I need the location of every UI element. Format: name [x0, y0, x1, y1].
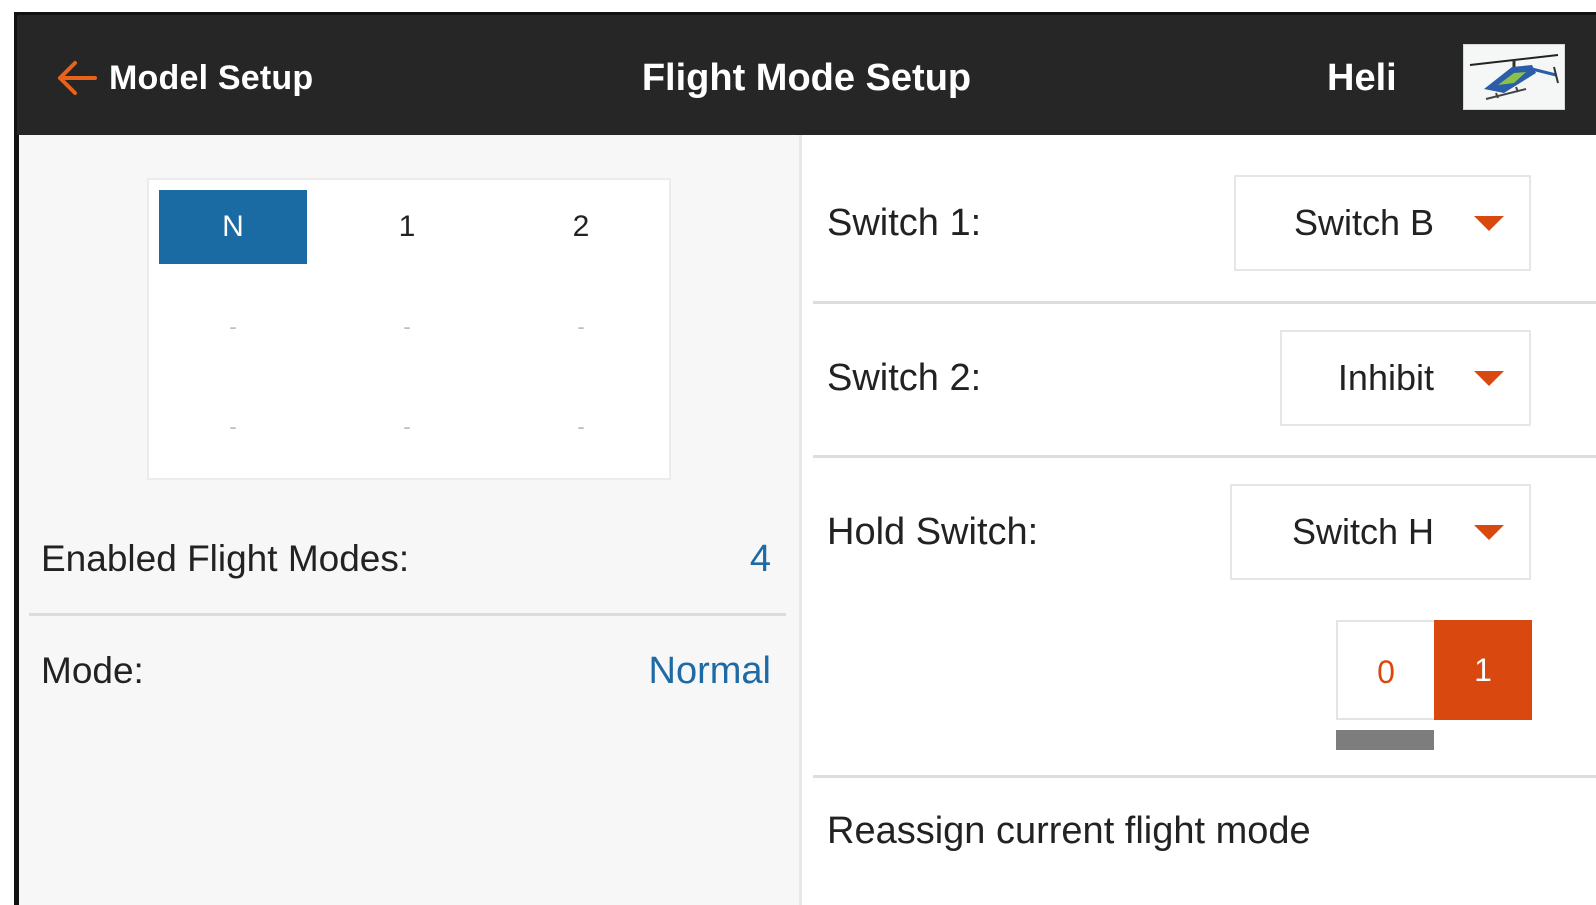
- grid-row: - - -: [159, 290, 659, 364]
- back-arrow-icon: [58, 61, 97, 95]
- hold-switch-value: Switch H: [1291, 511, 1434, 552]
- hold-position-0-button[interactable]: 0: [1336, 620, 1434, 720]
- dropdown-caret-icon: [1474, 524, 1504, 540]
- dropdown-caret-icon: [1474, 215, 1504, 231]
- flight-mode-cell-empty: -: [403, 314, 411, 339]
- dropdown-caret-icon: [1474, 370, 1504, 386]
- flight-mode-cell-empty: -: [577, 414, 585, 439]
- panel-divider: [799, 135, 802, 905]
- flight-mode-cell-empty: -: [403, 414, 411, 439]
- hold-position-1-button[interactable]: 1: [1434, 620, 1532, 720]
- flight-mode-grid: N 1 2 - - - - - -: [147, 178, 671, 480]
- divider: [813, 455, 1596, 458]
- flight-mode-cell-empty: -: [577, 314, 585, 339]
- switch-1-value: Switch B: [1293, 202, 1434, 243]
- back-button[interactable]: Model Setup: [55, 53, 313, 103]
- enabled-flight-modes-label: Enabled Flight Modes:: [41, 538, 410, 579]
- reassign-flight-mode-button[interactable]: Reassign current flight mode: [827, 810, 1311, 853]
- flight-mode-cell-1[interactable]: 1: [333, 190, 481, 264]
- model-name: Heli: [1327, 57, 1397, 99]
- flight-mode-cell-2[interactable]: 2: [507, 190, 655, 264]
- top-bar: Model Setup Flight Mode Setup Heli: [17, 15, 1596, 135]
- back-button-label: Model Setup: [109, 58, 314, 97]
- flight-mode-cell-empty: -: [229, 314, 237, 339]
- switch-2-value: Inhibit: [1337, 357, 1434, 398]
- switch-2-dropdown[interactable]: Inhibit: [1280, 330, 1531, 426]
- switch-1-label: Switch 1:: [827, 202, 982, 244]
- helicopter-icon: [1469, 54, 1559, 100]
- grid-row: N 1 2: [159, 190, 659, 264]
- divider: [29, 613, 786, 616]
- hold-switch-dropdown[interactable]: Switch H: [1230, 484, 1531, 580]
- model-image-button[interactable]: [1463, 44, 1565, 110]
- divider: [813, 301, 1596, 304]
- switch-2-label: Switch 2:: [827, 357, 982, 399]
- mode-value[interactable]: Normal: [649, 650, 771, 693]
- enabled-flight-modes-value[interactable]: 4: [750, 538, 771, 581]
- flight-mode-cell-empty: -: [229, 414, 237, 439]
- hold-position-toggle: 0 1: [1336, 620, 1533, 720]
- divider: [813, 775, 1596, 778]
- app-frame: Model Setup Flight Mode Setup Heli N 1 2…: [14, 12, 1596, 905]
- mode-label: Mode:: [41, 650, 144, 691]
- left-panel: N 1 2 - - - - - - Enabled Flight Modes: …: [19, 135, 799, 905]
- content-area: N 1 2 - - - - - - Enabled Flight Modes: …: [19, 135, 1596, 905]
- flight-mode-cell-n[interactable]: N: [159, 190, 307, 264]
- grid-row: - - -: [159, 390, 659, 464]
- hold-switch-label: Hold Switch:: [827, 511, 1039, 553]
- switch-position-indicator: [1336, 730, 1434, 750]
- page-title: Flight Mode Setup: [641, 57, 972, 99]
- switch-1-dropdown[interactable]: Switch B: [1234, 175, 1531, 271]
